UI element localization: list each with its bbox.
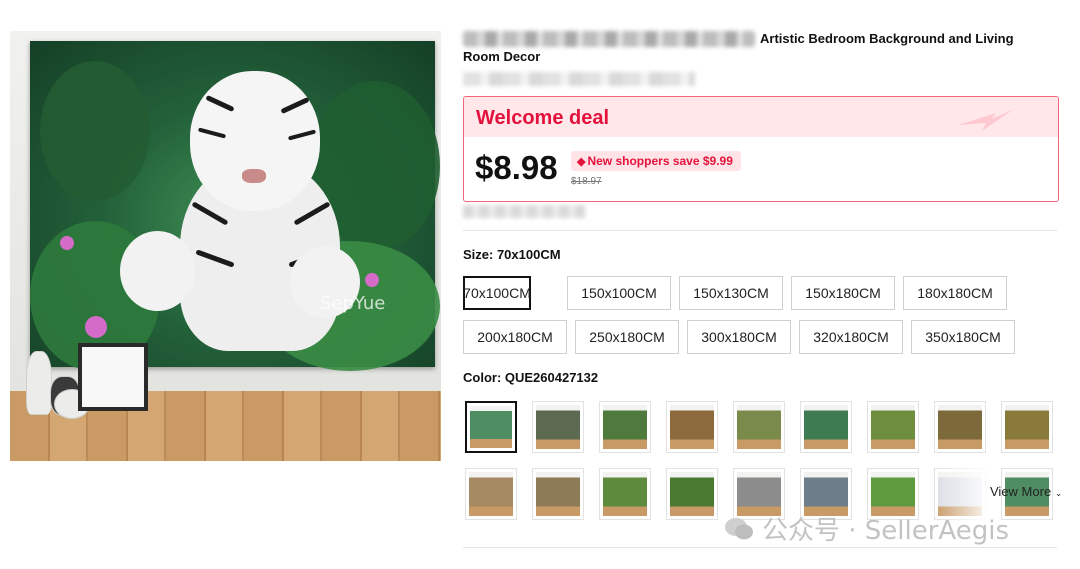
swatch-thumbnail: [536, 472, 580, 516]
size-option-320x180cm[interactable]: 320x180CM: [799, 320, 903, 354]
original-price: $18.97: [571, 176, 602, 187]
swatch-thumbnail: [603, 472, 647, 516]
blurred-meta: [463, 205, 585, 218]
picture-frame-decor: [78, 343, 148, 411]
swatch-thumbnail: [469, 472, 513, 516]
swatch-thumbnail: [536, 405, 580, 449]
size-option-250x180cm[interactable]: 250x180CM: [575, 320, 679, 354]
savings-text: New shoppers save $9.99: [587, 154, 733, 168]
color-swatch[interactable]: [599, 401, 651, 453]
size-option-70x100cm[interactable]: 70x100CM: [463, 276, 531, 310]
sale-price: $8.98: [475, 149, 558, 186]
swatch-thumbnail: [670, 472, 714, 516]
color-swatch[interactable]: [867, 401, 919, 453]
size-option-150x180cm[interactable]: 150x180CM: [791, 276, 895, 310]
blurred-subtitle: [463, 72, 695, 86]
savings-badge: ◆ New shoppers save $9.99: [571, 151, 741, 171]
product-title-continued: Room Decor: [463, 49, 541, 64]
swatch-thumbnail: [1005, 405, 1049, 449]
view-more-label: View More: [990, 484, 1052, 499]
overlay-watermark: 公众号 · SellerAegis: [724, 510, 1009, 547]
color-swatch[interactable]: [934, 401, 986, 453]
tapestry-artwork: [30, 41, 440, 371]
color-swatch[interactable]: [733, 401, 785, 453]
color-label: Color: QUE260427132: [463, 370, 599, 385]
color-swatch[interactable]: [465, 401, 517, 453]
color-swatch[interactable]: [1001, 401, 1053, 453]
image-watermark: SepYue: [320, 293, 386, 314]
size-option-180x180cm[interactable]: 180x180CM: [903, 276, 1007, 310]
swatch-thumbnail: [938, 405, 982, 449]
view-more-link[interactable]: View More ⌄: [990, 484, 1062, 499]
size-option-150x130cm[interactable]: 150x130CM: [679, 276, 783, 310]
tag-icon: ◆: [577, 156, 586, 168]
product-image[interactable]: SepYue: [10, 31, 441, 461]
size-option-150x100cm[interactable]: 150x100CM: [567, 276, 671, 310]
size-option-200x180cm[interactable]: 200x180CM: [463, 320, 567, 354]
product-title: Artistic Bedroom Background and Living: [760, 31, 1014, 46]
lightning-icon: [958, 109, 1014, 131]
swatch-thumbnail: [737, 405, 781, 449]
swatch-thumbnail: [603, 405, 647, 449]
wechat-icon: [725, 517, 753, 539]
swatch-thumbnail: [470, 406, 512, 448]
divider: [463, 230, 1057, 231]
color-swatch[interactable]: [532, 401, 584, 453]
blurred-title-text: [463, 31, 755, 47]
swatch-thumbnail: [804, 405, 848, 449]
size-label: Size: 70x100CM: [463, 247, 561, 262]
color-swatch[interactable]: [666, 468, 718, 520]
deal-title: Welcome deal: [476, 107, 610, 129]
chevron-down-icon: ⌄: [1054, 488, 1063, 498]
welcome-deal-box: Welcome deal $8.98 ◆ New shoppers save $9…: [463, 96, 1059, 202]
size-option-350x180cm[interactable]: 350x180CM: [911, 320, 1015, 354]
swatch-thumbnail: [670, 405, 714, 449]
color-swatch[interactable]: [800, 401, 852, 453]
deal-header: Welcome deal: [464, 97, 1058, 137]
color-swatch[interactable]: [599, 468, 651, 520]
watermark-text: 公众号 · SellerAegis: [762, 516, 1010, 546]
color-swatch[interactable]: [465, 468, 517, 520]
size-option-300x180cm[interactable]: 300x180CM: [687, 320, 791, 354]
divider: [463, 547, 1057, 548]
color-swatch[interactable]: [666, 401, 718, 453]
vase-decor: [26, 351, 52, 415]
color-swatch[interactable]: [532, 468, 584, 520]
swatch-thumbnail: [871, 405, 915, 449]
